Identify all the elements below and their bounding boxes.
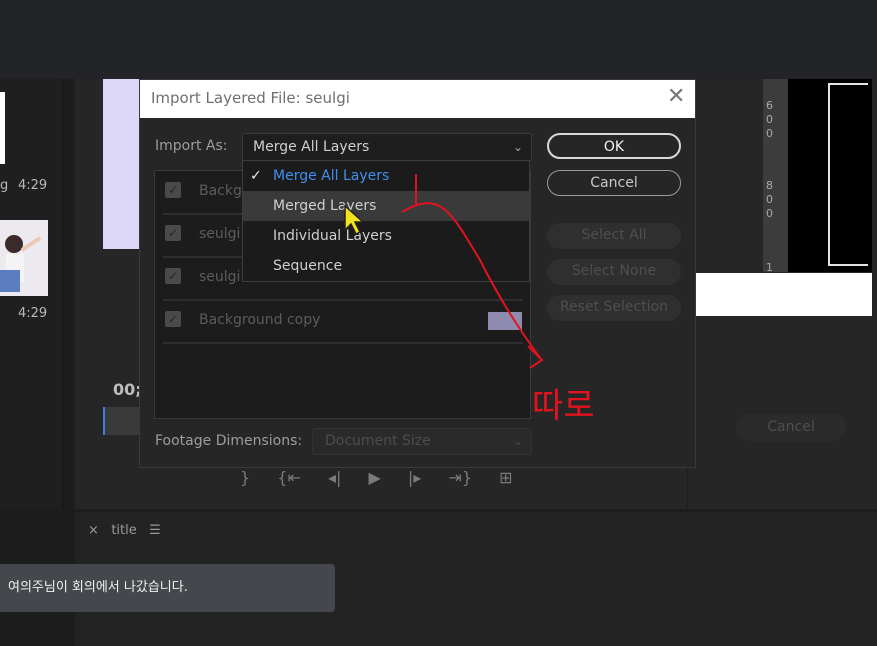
layer-checkbox[interactable]: ✓ xyxy=(165,311,181,327)
step-back-icon[interactable]: ◂| xyxy=(328,468,341,487)
tab-menu-icon[interactable]: ☰ xyxy=(149,523,161,538)
go-to-out-icon[interactable]: ⇥} xyxy=(448,468,472,487)
source-timecode: 00; xyxy=(113,380,142,399)
program-white-area xyxy=(688,273,872,316)
top-bar xyxy=(0,0,877,79)
insert-icon[interactable]: ⊞ xyxy=(499,468,512,487)
dialog-titlebar: Import Layered File: seulgi ✕ xyxy=(140,80,695,118)
source-frame-preview xyxy=(103,79,140,249)
transport-controls: } {⇤ ◂| ▶ |▸ ⇥} ⊞ xyxy=(240,468,535,487)
clip-duration-2: 4:29 xyxy=(18,306,48,321)
clip-thumbnail-2[interactable] xyxy=(0,220,48,296)
layer-checkbox[interactable]: ✓ xyxy=(165,268,181,284)
person-photo-icon xyxy=(0,235,42,292)
layer-checkbox[interactable]: ✓ xyxy=(165,225,181,241)
vertical-ruler: 6 0 0 8 0 0 1 xyxy=(763,79,788,273)
go-to-in-icon[interactable]: {⇤ xyxy=(277,468,301,487)
import-as-select[interactable]: Merge All Layers ⌄ xyxy=(242,133,532,161)
layer-name: Background copy xyxy=(199,312,321,328)
import-as-value: Merge All Layers xyxy=(253,139,370,155)
program-frame-border xyxy=(828,83,868,266)
layer-checkbox[interactable]: ✓ xyxy=(165,182,181,198)
clip-name-fragment: g xyxy=(0,178,9,193)
import-as-label: Import As: xyxy=(155,138,228,154)
red-annotation-arrow xyxy=(401,174,544,369)
chevron-down-icon: ⌄ xyxy=(512,140,523,154)
mark-out-icon[interactable]: } xyxy=(240,468,250,487)
clip-thumbnail-1[interactable] xyxy=(0,92,5,164)
menu-item-label: Sequence xyxy=(273,258,343,274)
menu-item-label: Individual Layers xyxy=(273,228,392,244)
dialog-title: Import Layered File: seulgi xyxy=(151,89,350,107)
handwritten-note: 따로 xyxy=(532,386,595,426)
timeline-tab[interactable]: × title ☰ xyxy=(88,523,161,538)
step-forward-icon[interactable]: |▸ xyxy=(408,468,421,487)
clip-duration-1: 4:29 xyxy=(18,178,48,193)
menu-item-label: Merge All Layers xyxy=(273,168,390,184)
layer-name: seulgi xyxy=(199,269,241,285)
timeline-tab-label: title xyxy=(111,523,137,538)
footage-dimensions-label: Footage Dimensions: xyxy=(155,433,303,449)
ok-button[interactable]: OK xyxy=(547,133,681,159)
checkmark-icon: ✓ xyxy=(250,168,262,184)
play-icon[interactable]: ▶ xyxy=(368,468,380,487)
source-scrubber[interactable] xyxy=(103,407,141,435)
notification-toast[interactable]: 여의주님이 회의에서 나갔습니다. xyxy=(0,564,335,612)
mouse-cursor-icon xyxy=(344,204,365,236)
layer-name: seulgi xyxy=(199,226,241,242)
close-tab-icon[interactable]: × xyxy=(88,523,99,538)
close-icon[interactable]: ✕ xyxy=(667,86,685,108)
background-cancel-button[interactable]: Cancel xyxy=(736,414,846,441)
